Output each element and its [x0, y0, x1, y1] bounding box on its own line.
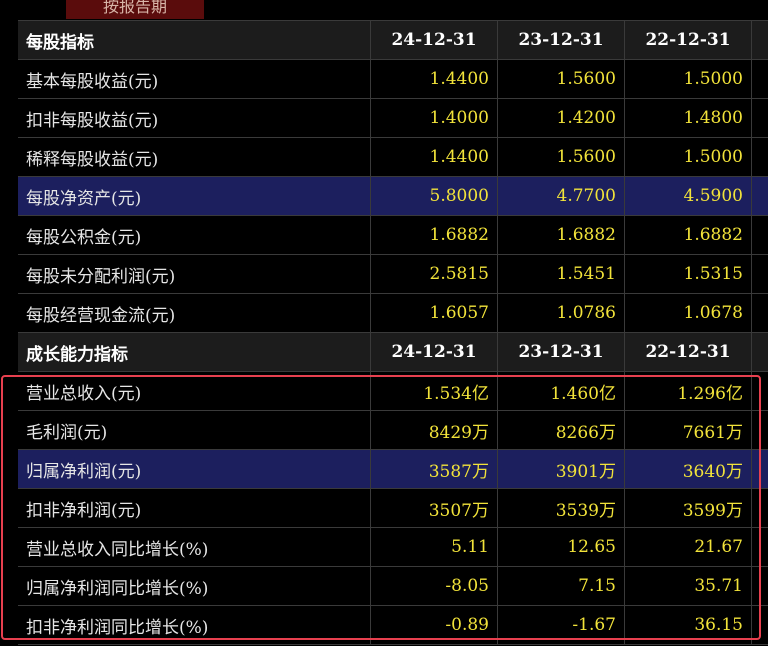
row-label: 扣非每股收益(元)	[18, 99, 371, 137]
row-value: 1.4400	[371, 138, 498, 176]
column-header[interactable]: 24-12-31	[371, 21, 498, 59]
row-label: 基本每股收益(元)	[18, 60, 371, 98]
row-value: 1.5600	[498, 138, 625, 176]
row-value: 5.8000	[371, 177, 498, 215]
column-spacer	[752, 255, 768, 293]
column-header[interactable]: 23-12-31	[498, 333, 625, 371]
row-value: 1.0786	[498, 294, 625, 332]
row-value: 1.6882	[498, 216, 625, 254]
row-value: -8.05	[371, 567, 498, 605]
column-spacer	[752, 177, 768, 215]
table-row-selected[interactable]: 归属净利润(元) 3587万 3901万 3640万	[18, 450, 768, 489]
column-spacer	[752, 528, 768, 566]
table-row[interactable]: 毛利润(元) 8429万 8266万 7661万	[18, 411, 768, 450]
row-value: 2.5815	[371, 255, 498, 293]
section-header-per-share: 每股指标 24-12-31 23-12-31 22-12-31	[18, 21, 768, 60]
row-value: 5.11	[371, 528, 498, 566]
table-row[interactable]: 每股未分配利润(元) 2.5815 1.5451 1.5315	[18, 255, 768, 294]
row-value: 1.5000	[625, 60, 752, 98]
row-value: 7.15	[498, 567, 625, 605]
row-label: 每股净资产(元)	[18, 177, 371, 215]
column-spacer	[752, 372, 768, 410]
row-value: 1.4800	[625, 99, 752, 137]
row-value: 1.4400	[371, 60, 498, 98]
table-row-selected[interactable]: 每股净资产(元) 5.8000 4.7700 4.5900	[18, 177, 768, 216]
row-label: 营业总收入同比增长(%)	[18, 528, 371, 566]
row-value: -1.67	[498, 606, 625, 644]
column-spacer	[752, 216, 768, 254]
row-value: 1.296亿	[625, 372, 752, 410]
financial-indicators-table: 每股指标 24-12-31 23-12-31 22-12-31 基本每股收益(元…	[18, 20, 768, 645]
row-label: 每股经营现金流(元)	[18, 294, 371, 332]
row-value: 1.5000	[625, 138, 752, 176]
row-value: -0.89	[371, 606, 498, 644]
row-value: 3587万	[371, 450, 498, 488]
column-header[interactable]: 24-12-31	[371, 333, 498, 371]
row-label: 稀释每股收益(元)	[18, 138, 371, 176]
row-value: 1.4200	[498, 99, 625, 137]
section-header-growth: 成长能力指标 24-12-31 23-12-31 22-12-31	[18, 333, 768, 372]
section-title: 每股指标	[18, 21, 371, 59]
row-value: 4.7700	[498, 177, 625, 215]
column-spacer	[752, 489, 768, 527]
row-value: 3507万	[371, 489, 498, 527]
row-value: 1.5451	[498, 255, 625, 293]
report-period-tab[interactable]: 按报告期	[66, 0, 204, 19]
column-spacer	[752, 450, 768, 488]
column-spacer	[752, 138, 768, 176]
row-value: 1.5315	[625, 255, 752, 293]
row-label: 每股公积金(元)	[18, 216, 371, 254]
table-row[interactable]: 扣非净利润(元) 3507万 3539万 3599万	[18, 489, 768, 528]
table-row[interactable]: 每股经营现金流(元) 1.6057 1.0786 1.0678	[18, 294, 768, 333]
row-label: 每股未分配利润(元)	[18, 255, 371, 293]
row-value: 36.15	[625, 606, 752, 644]
row-value: 1.6057	[371, 294, 498, 332]
row-label: 归属净利润(元)	[18, 450, 371, 488]
row-value: 35.71	[625, 567, 752, 605]
column-header[interactable]: 22-12-31	[625, 333, 752, 371]
row-label: 营业总收入(元)	[18, 372, 371, 410]
row-value: 3539万	[498, 489, 625, 527]
column-spacer	[752, 99, 768, 137]
row-label: 毛利润(元)	[18, 411, 371, 449]
row-value: 1.6882	[371, 216, 498, 254]
table-row[interactable]: 基本每股收益(元) 1.4400 1.5600 1.5000	[18, 60, 768, 99]
row-value: 21.67	[625, 528, 752, 566]
row-value: 1.6882	[625, 216, 752, 254]
row-value: 8266万	[498, 411, 625, 449]
row-value: 4.5900	[625, 177, 752, 215]
row-label: 归属净利润同比增长(%)	[18, 567, 371, 605]
column-spacer	[752, 333, 768, 371]
row-value: 3640万	[625, 450, 752, 488]
row-value: 1.4000	[371, 99, 498, 137]
row-value: 1.534亿	[371, 372, 498, 410]
column-spacer	[752, 21, 768, 59]
row-value: 8429万	[371, 411, 498, 449]
column-spacer	[752, 567, 768, 605]
table-row[interactable]: 营业总收入(元) 1.534亿 1.460亿 1.296亿	[18, 372, 768, 411]
row-value: 1.0678	[625, 294, 752, 332]
column-spacer	[752, 294, 768, 332]
row-value: 1.5600	[498, 60, 625, 98]
row-value: 3901万	[498, 450, 625, 488]
row-value: 3599万	[625, 489, 752, 527]
row-label: 扣非净利润同比增长(%)	[18, 606, 371, 644]
column-header[interactable]: 22-12-31	[625, 21, 752, 59]
table-row[interactable]: 扣非每股收益(元) 1.4000 1.4200 1.4800	[18, 99, 768, 138]
column-spacer	[752, 606, 768, 644]
table-row[interactable]: 营业总收入同比增长(%) 5.11 12.65 21.67	[18, 528, 768, 567]
table-row[interactable]: 归属净利润同比增长(%) -8.05 7.15 35.71	[18, 567, 768, 606]
column-header[interactable]: 23-12-31	[498, 21, 625, 59]
table-row[interactable]: 稀释每股收益(元) 1.4400 1.5600 1.5000	[18, 138, 768, 177]
row-value: 7661万	[625, 411, 752, 449]
column-spacer	[752, 411, 768, 449]
row-value: 12.65	[498, 528, 625, 566]
row-label: 扣非净利润(元)	[18, 489, 371, 527]
row-value: 1.460亿	[498, 372, 625, 410]
column-spacer	[752, 60, 768, 98]
table-row[interactable]: 每股公积金(元) 1.6882 1.6882 1.6882	[18, 216, 768, 255]
table-row[interactable]: 扣非净利润同比增长(%) -0.89 -1.67 36.15	[18, 606, 768, 645]
section-title: 成长能力指标	[18, 333, 371, 371]
